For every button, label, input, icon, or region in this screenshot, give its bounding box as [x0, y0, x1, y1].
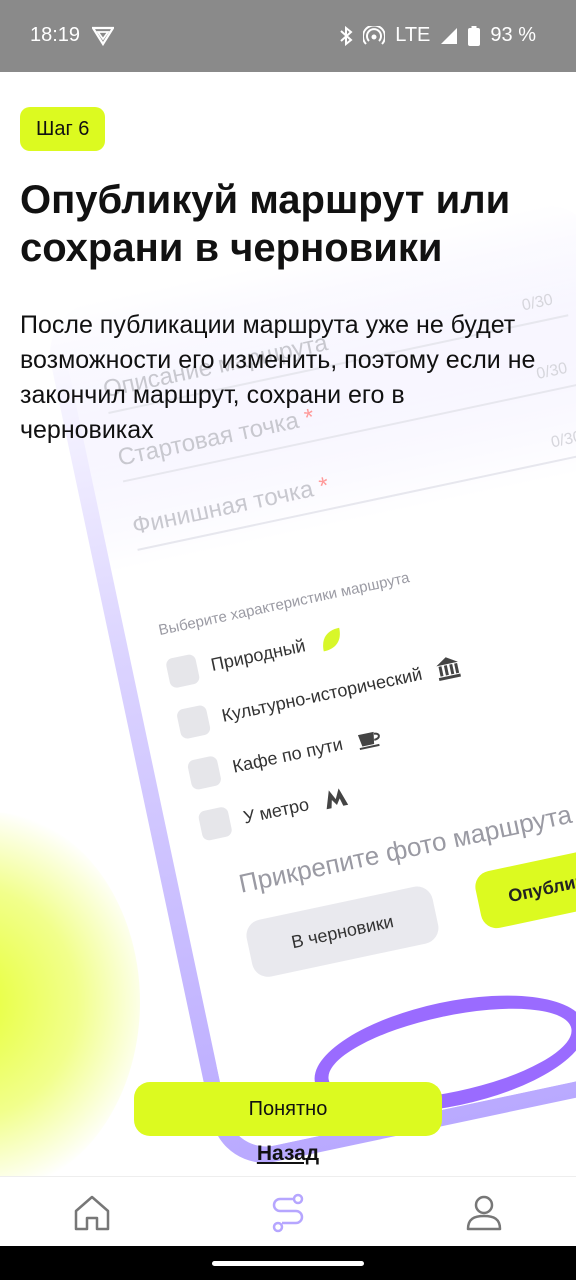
mock-checkbox	[197, 805, 234, 842]
mock-characteristics-title: Выберите характеристики маршрута	[157, 569, 411, 640]
vpn-icon	[92, 26, 114, 46]
mock-checkbox	[175, 704, 212, 740]
coffee-icon	[358, 731, 381, 751]
profile-icon[interactable]	[462, 1191, 506, 1235]
home-icon[interactable]	[70, 1191, 114, 1235]
status-time: 18:19	[30, 24, 81, 46]
home-gesture-handle[interactable]	[212, 1261, 364, 1266]
mock-option-label: Природный	[208, 634, 308, 675]
system-navigation-bar	[0, 1246, 576, 1280]
mock-option-label: Культурно-исторический	[219, 663, 424, 726]
battery-icon	[468, 25, 481, 46]
description-text: После публикации маршрута уже не будет в…	[20, 311, 536, 444]
mock-checkbox	[165, 653, 201, 689]
signal-icon	[441, 27, 458, 44]
metro-icon	[326, 788, 348, 810]
battery-percent: 93 %	[490, 24, 536, 46]
decorative-glow-yellow	[0, 812, 140, 1176]
required-mark: *	[316, 472, 332, 501]
bottom-nav	[0, 1176, 576, 1246]
hotspot-icon	[363, 25, 386, 45]
page-title: Опубликуй маршрут или сохрани в черновик…	[20, 178, 511, 270]
network-type: LTE	[395, 24, 431, 46]
mock-checkbox	[186, 755, 223, 791]
back-link[interactable]: Назад	[0, 1142, 576, 1166]
leaf-icon	[323, 627, 340, 652]
mock-option-label: У метро	[241, 793, 311, 828]
mock-option-metro: У метро	[197, 781, 350, 842]
mock-field-label: Финишная точка	[129, 475, 316, 541]
route-icon[interactable]	[266, 1191, 310, 1235]
bluetooth-icon	[340, 25, 353, 46]
mock-draft-button: В черновики	[243, 883, 442, 980]
step-badge: Шаг 6	[20, 107, 106, 151]
status-bar: 18:19 LTE 93 %	[0, 0, 576, 72]
museum-icon	[436, 657, 462, 681]
mock-publish-button: Опубликовать	[472, 834, 576, 932]
mock-option-label: Кафе по пути	[230, 733, 345, 777]
got-it-button[interactable]: Понятно	[134, 1082, 442, 1136]
